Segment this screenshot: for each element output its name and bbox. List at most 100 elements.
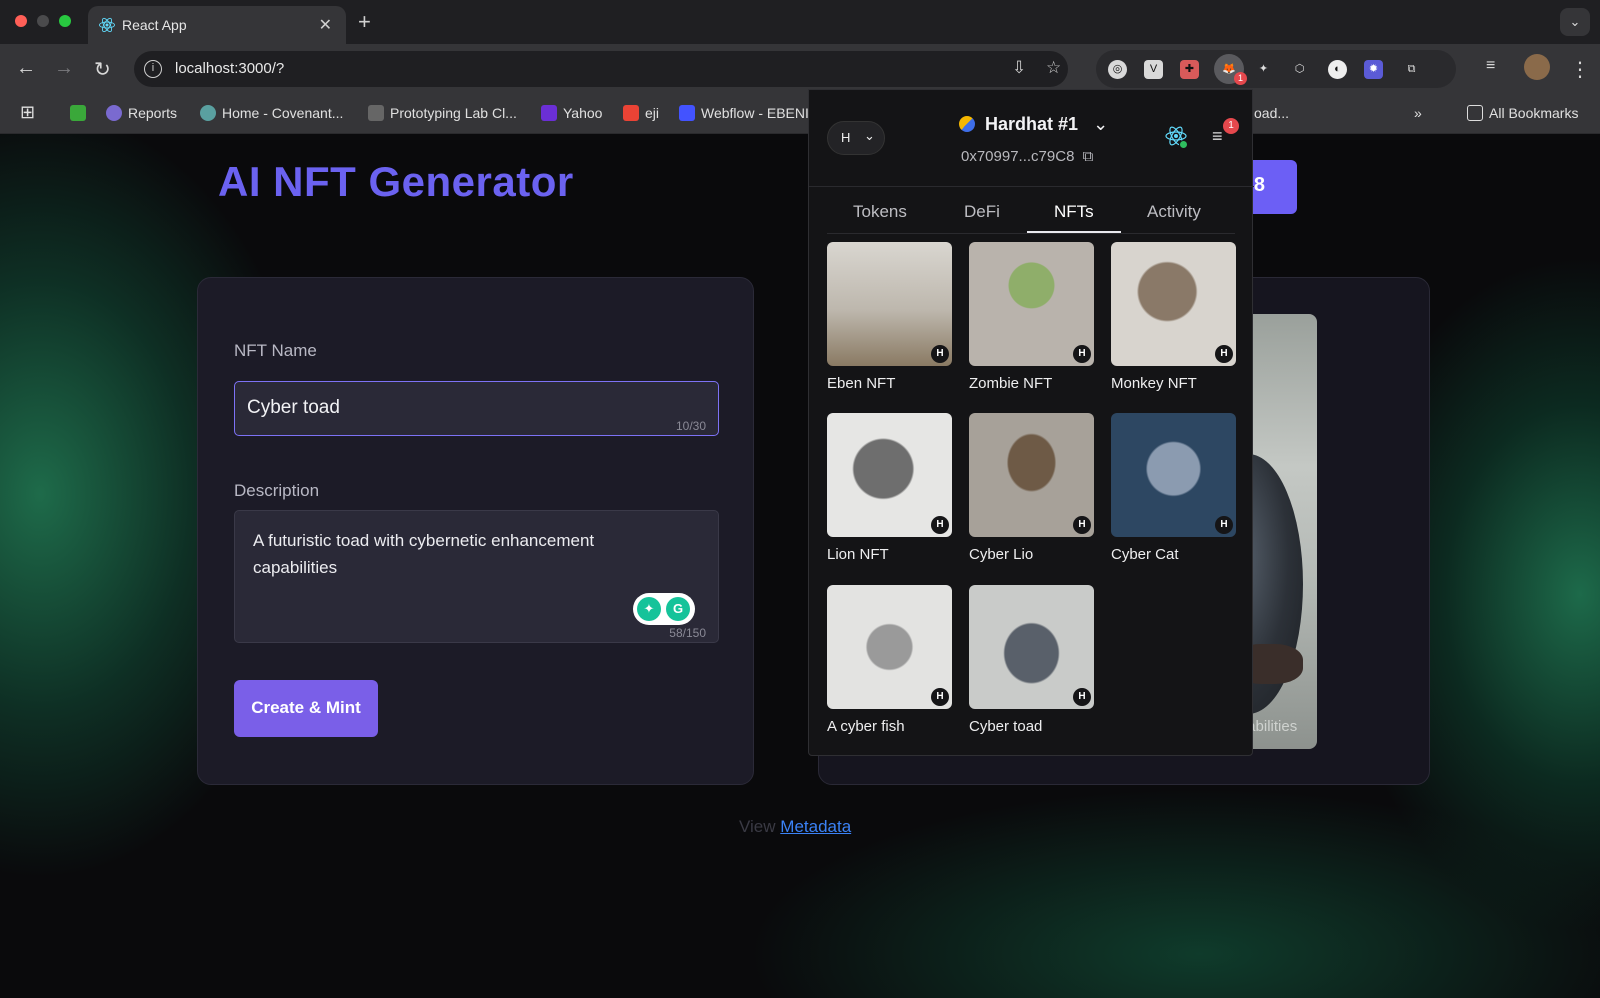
bookmark-star-icon[interactable]: ☆ xyxy=(1046,58,1061,78)
account-chevron-icon: ⌄ xyxy=(1093,114,1109,134)
url-text[interactable]: localhost:3000/? xyxy=(175,60,284,77)
nft-card[interactable]: H A cyber fish xyxy=(827,585,952,735)
bookmark-home-covenant[interactable]: Home - Covenant... xyxy=(200,105,343,121)
nft-name: Lion NFT xyxy=(827,546,889,563)
nft-card[interactable]: H Zombie NFT xyxy=(969,242,1094,392)
nft-card[interactable]: H Eben NFT xyxy=(827,242,952,392)
metadata-prefix: View xyxy=(739,817,776,836)
bookmark-prototyping-lab[interactable]: Prototyping Lab Cl... xyxy=(368,105,517,121)
bookmark-green-icon[interactable] xyxy=(70,105,92,121)
description-textarea[interactable]: A futuristic toad with cybernetic enhanc… xyxy=(234,510,719,643)
nft-image: H xyxy=(827,242,952,366)
more-menu-icon[interactable]: ⋮ xyxy=(1570,57,1590,82)
nft-name: A cyber fish xyxy=(827,718,905,735)
browser-toolbar: ← → ↻ i localhost:3000/? ⇩ ☆ ◎ V ✚ 🦊 1 ✦… xyxy=(0,44,1600,94)
nft-card[interactable]: H Cyber toad xyxy=(969,585,1094,735)
maximize-window-button[interactable] xyxy=(59,15,71,27)
yahoo-icon xyxy=(541,105,557,121)
reading-list-icon[interactable]: ≡ xyxy=(1486,57,1495,75)
profile-avatar[interactable] xyxy=(1524,54,1550,80)
nft-card[interactable]: H Cyber Lio xyxy=(969,413,1094,563)
extension-cube-icon[interactable]: ⬡ xyxy=(1290,60,1309,79)
active-tab-indicator xyxy=(1027,231,1121,233)
covenant-icon xyxy=(200,105,216,121)
extension-gear-icon[interactable]: ✹ xyxy=(1364,60,1383,79)
extension-target-icon[interactable]: ◎ xyxy=(1108,60,1127,79)
nft-name-label: NFT Name xyxy=(234,341,317,360)
account-address[interactable]: 0x70997...c79C8 ⧉ xyxy=(961,148,1093,165)
nft-image: H xyxy=(969,242,1094,366)
more-bookmarks-icon[interactable]: » xyxy=(1414,105,1422,121)
account-avatar xyxy=(959,116,975,132)
copy-icon[interactable]: ⧉ xyxy=(1083,148,1094,165)
new-tab-button[interactable]: + xyxy=(358,9,371,35)
back-icon[interactable]: ← xyxy=(16,57,36,80)
extensions-puzzle-icon[interactable]: ⧉ xyxy=(1402,60,1421,79)
grammarly-bulb-icon: ✦ xyxy=(637,597,661,621)
grammarly-g-icon: G xyxy=(666,597,690,621)
bookmark-webflow[interactable]: Webflow - EBENI xyxy=(679,105,809,121)
nft-image: H xyxy=(1111,413,1236,537)
bookmarks-bar: ⊞ Reports Home - Covenant... Prototyping… xyxy=(0,94,1600,134)
extension-puzzle-red-icon[interactable]: ✚ xyxy=(1180,60,1199,79)
extension-circle-icon[interactable]: ◐ xyxy=(1328,60,1347,79)
folder-icon xyxy=(1467,105,1483,121)
site-info-icon[interactable]: i xyxy=(144,60,162,78)
gmail-icon xyxy=(623,105,639,121)
global-menu-icon[interactable]: ≡ xyxy=(1212,126,1223,147)
account-name: Hardhat #1 xyxy=(985,114,1079,134)
tab-nfts[interactable]: NFTs xyxy=(1054,202,1094,222)
extension-v-icon[interactable]: V xyxy=(1144,60,1163,79)
prototyping-icon xyxy=(368,105,384,121)
nft-form-card: NFT Name Cyber toad 10/30 Description A … xyxy=(197,277,754,785)
nft-card[interactable]: H Monkey NFT xyxy=(1111,242,1236,392)
extension-kite-icon[interactable]: ✦ xyxy=(1254,60,1273,79)
description-label: Description xyxy=(234,481,320,500)
bookmark-yahoo[interactable]: Yahoo xyxy=(541,105,602,121)
address-bar[interactable]: i localhost:3000/? ⇩ ☆ xyxy=(134,51,1068,87)
metamask-badge: 1 xyxy=(1234,72,1247,85)
bookmark-eji[interactable]: eji xyxy=(623,105,659,121)
nft-image: H xyxy=(969,413,1094,537)
network-badge: H xyxy=(1073,688,1091,706)
minimize-window-button[interactable] xyxy=(37,15,49,27)
app-page: AI NFT Generator 8 NFT Name Cyber toad 1… xyxy=(0,134,1600,998)
install-app-icon[interactable]: ⇩ xyxy=(1012,58,1026,78)
nft-name: Eben NFT xyxy=(827,375,896,392)
grammarly-widget[interactable]: ✦ G xyxy=(633,593,695,625)
reports-icon xyxy=(106,105,122,121)
nft-card[interactable]: H Lion NFT xyxy=(827,413,952,563)
nft-name-input[interactable]: Cyber toad 10/30 xyxy=(234,381,719,436)
all-bookmarks[interactable]: All Bookmarks xyxy=(1467,105,1578,121)
nft-card[interactable]: H Cyber Cat xyxy=(1111,413,1236,563)
account-selector[interactable]: Hardhat #1 ⌄ xyxy=(959,114,1108,135)
bookmark-reports[interactable]: Reports xyxy=(106,105,177,121)
divider xyxy=(809,186,1254,187)
forward-icon[interactable]: → xyxy=(54,57,74,80)
bookmark-oad[interactable]: oad... xyxy=(1254,105,1289,121)
browser-tab[interactable]: React App ✕ xyxy=(88,6,346,44)
create-mint-button[interactable]: Create & Mint xyxy=(234,680,378,737)
network-badge: H xyxy=(931,345,949,363)
description-counter: 58/150 xyxy=(669,626,706,640)
tab-tokens[interactable]: Tokens xyxy=(853,202,907,222)
nft-name: Monkey NFT xyxy=(1111,375,1197,392)
tab-close-icon[interactable]: ✕ xyxy=(319,15,332,35)
nft-name: Zombie NFT xyxy=(969,375,1053,392)
nft-image: H xyxy=(827,585,952,709)
network-badge: H xyxy=(1073,516,1091,534)
wallet-popup: H ⌄ Hardhat #1 ⌄ 0x70997...c79C8 ⧉ ≡ 1 T… xyxy=(808,89,1254,756)
extensions-bar: ◎ V ✚ 🦊 1 ✦ ⬡ ◐ ✹ ⧉ xyxy=(1096,50,1456,88)
network-initial: H xyxy=(841,130,851,145)
connected-status-dot xyxy=(1179,140,1188,149)
network-badge: H xyxy=(1215,516,1233,534)
tab-defi[interactable]: DeFi xyxy=(964,202,1000,222)
apps-grid-icon[interactable]: ⊞ xyxy=(20,102,35,123)
metadata-link[interactable]: Metadata xyxy=(780,817,851,836)
tab-activity[interactable]: Activity xyxy=(1147,202,1201,222)
close-window-button[interactable] xyxy=(15,15,27,27)
tab-search-button[interactable]: ⌄ xyxy=(1560,8,1590,36)
tab-title: React App xyxy=(122,17,187,33)
network-selector[interactable]: H ⌄ xyxy=(827,121,885,155)
reload-icon[interactable]: ↻ xyxy=(94,57,111,82)
